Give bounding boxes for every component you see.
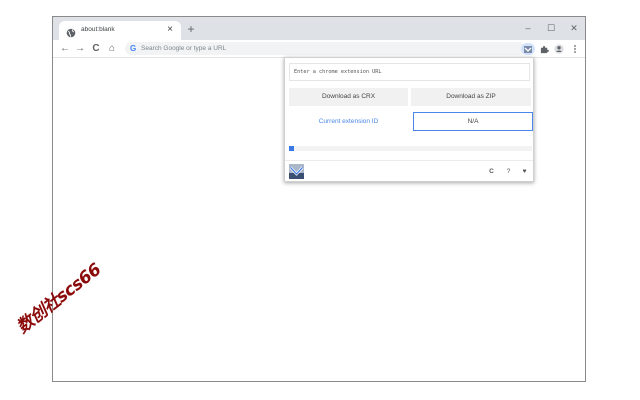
refresh-icon[interactable]: C [487,167,496,176]
tab-strip: about:blank × + – ☐ ✕ [53,17,585,40]
home-button[interactable]: ⌂ [106,43,118,55]
progress-fill [289,146,294,151]
help-icon[interactable]: ? [504,167,513,176]
address-bar[interactable]: G Search Google or type a URL [125,42,525,55]
tab-title: about:blank [81,26,115,33]
extensions-puzzle-icon[interactable] [538,43,550,55]
minimize-button[interactable]: – [516,21,540,35]
reload-button[interactable]: C [90,43,102,55]
tab-about-blank[interactable]: about:blank × [59,21,181,40]
progress-bar [289,146,532,151]
globe-icon [66,25,76,38]
extension-popup: Download as CRX Download as ZIP Current … [284,57,534,182]
heart-icon[interactable]: ♥ [520,167,529,176]
extension-url-input[interactable] [289,63,530,81]
extension-logo-icon [289,164,304,179]
google-icon: G [130,44,137,53]
back-button[interactable]: ← [59,43,71,55]
extension-downloader-icon[interactable] [521,43,535,55]
address-bar-placeholder: Search Google or type a URL [141,45,227,52]
maximize-button[interactable]: ☐ [539,21,563,35]
forward-button[interactable]: → [74,43,86,55]
close-window-button[interactable]: ✕ [562,21,586,35]
browser-toolbar: ← → C ⌂ G Search Google or type a URL [53,40,585,58]
profile-icon[interactable] [553,43,565,55]
browser-window: about:blank × + – ☐ ✕ ← → C ⌂ G Search G… [52,16,586,382]
download-zip-button[interactable]: Download as ZIP [411,88,531,106]
menu-kebab-icon[interactable] [569,43,581,55]
close-tab-icon[interactable]: × [165,24,175,36]
download-crx-button[interactable]: Download as CRX [289,88,408,106]
new-tab-button[interactable]: + [185,23,197,35]
current-extension-id-link[interactable]: Current extension ID [289,113,408,131]
divider [285,160,533,161]
extension-id-field[interactable]: N/A [413,112,533,131]
